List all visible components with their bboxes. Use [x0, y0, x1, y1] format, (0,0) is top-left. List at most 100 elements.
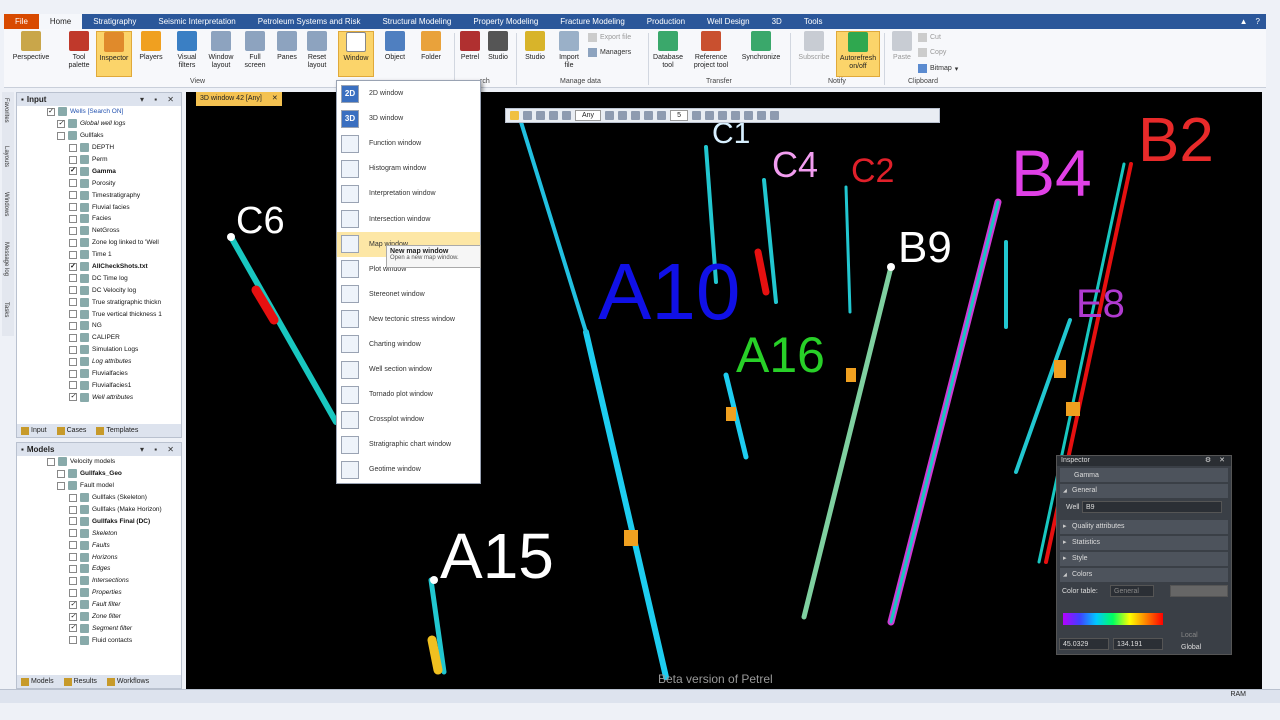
help-icon[interactable]: ?	[1256, 17, 1260, 26]
tree-item[interactable]: Faults	[17, 539, 181, 551]
checkbox[interactable]	[57, 481, 65, 490]
pick-icon[interactable]	[562, 111, 571, 120]
settings-icon[interactable]	[756, 111, 766, 120]
tree-item[interactable]: DEPTH	[17, 142, 181, 154]
tree-item[interactable]: Gullfaks (Skeleton)	[17, 492, 181, 504]
tree-item[interactable]: Fluid contacts	[17, 634, 181, 646]
checkbox[interactable]: ✓	[69, 262, 77, 271]
well-c6[interactable]	[228, 234, 339, 425]
menu-item-window[interactable]: Stereonet window	[337, 282, 480, 307]
color-table-extra[interactable]	[1170, 585, 1228, 597]
view-icon[interactable]	[657, 111, 667, 120]
synchronize-button[interactable]: Synchronize	[738, 31, 784, 77]
checkbox[interactable]	[69, 493, 77, 502]
tree-item[interactable]: ✓ Zone filter	[17, 611, 181, 623]
inspector-button[interactable]: Inspector	[96, 31, 132, 77]
tab-tools[interactable]: Tools	[793, 14, 834, 29]
checkbox[interactable]: ✓	[69, 600, 77, 609]
checkbox[interactable]	[69, 588, 77, 597]
panes-button[interactable]: Panes	[272, 31, 302, 77]
checkbox[interactable]	[69, 321, 77, 330]
home-icon[interactable]	[605, 111, 615, 120]
checkbox[interactable]	[69, 564, 77, 573]
checkbox[interactable]	[69, 357, 77, 366]
tab-seismic-interpretation[interactable]: Seismic Interpretation	[147, 14, 246, 29]
panel-controls[interactable]: ⚙ ✕	[1205, 456, 1231, 466]
checkbox[interactable]	[69, 274, 77, 283]
file-menu[interactable]: File	[4, 14, 39, 29]
tree-item[interactable]: Fault model	[17, 480, 181, 492]
tab-cases[interactable]: Cases	[57, 427, 87, 435]
color-min-field[interactable]: 45.0329	[1059, 638, 1109, 650]
checkbox[interactable]: ✓	[69, 167, 77, 176]
well-a10[interactable]	[583, 329, 669, 680]
checkbox[interactable]	[69, 517, 77, 526]
tree-item[interactable]: NG	[17, 320, 181, 332]
well-b9[interactable]	[801, 264, 894, 620]
pin-icon[interactable]	[769, 111, 779, 120]
checkbox[interactable]	[69, 203, 77, 212]
tree-item[interactable]: Fluvialfacies1	[17, 379, 181, 391]
close-icon[interactable]: ✕	[272, 92, 278, 106]
tree-item[interactable]: Facies	[17, 213, 181, 225]
checkbox[interactable]	[69, 286, 77, 295]
tree-item[interactable]: ✓ AllCheckShots.txt	[17, 261, 181, 273]
pan-icon[interactable]	[631, 111, 641, 120]
axis-icon[interactable]	[730, 111, 740, 120]
checkbox[interactable]	[69, 369, 77, 378]
menu-item-window[interactable]: 2D 2D window	[337, 81, 480, 106]
tree-item[interactable]: Velocity models	[17, 456, 181, 468]
checkbox[interactable]	[69, 214, 77, 223]
well-field[interactable]: B9	[1082, 501, 1222, 513]
pointer-icon[interactable]	[510, 111, 519, 120]
checkbox[interactable]: ✓	[69, 393, 77, 402]
light-icon[interactable]	[691, 111, 701, 120]
tree-item[interactable]: Simulation Logs	[17, 344, 181, 356]
checkbox[interactable]: ✓	[69, 624, 77, 633]
petrel-search-button[interactable]: Petrel	[456, 31, 484, 77]
tab-input[interactable]: Input	[21, 427, 47, 435]
cut-button[interactable]: Cut	[918, 33, 941, 42]
checkbox[interactable]	[69, 333, 77, 342]
studio-button[interactable]: Studio	[520, 31, 550, 77]
tab-models[interactable]: Models	[21, 678, 54, 686]
players-button[interactable]: Players	[134, 31, 168, 77]
folder-button[interactable]: Folder	[414, 31, 448, 77]
window-button[interactable]: Window	[338, 31, 374, 77]
select-icon[interactable]	[523, 111, 532, 120]
rotate-icon[interactable]	[644, 111, 654, 120]
bitmap-button[interactable]: Bitmap ▾	[918, 64, 958, 73]
checkbox[interactable]	[69, 226, 77, 235]
checkbox[interactable]	[57, 131, 65, 140]
checkbox[interactable]	[47, 457, 55, 466]
tree-item[interactable]: Edges	[17, 563, 181, 575]
menu-item-window[interactable]: Geotime window	[337, 457, 480, 482]
paste-button[interactable]: Paste	[888, 31, 916, 77]
managers-button[interactable]: Managers	[588, 48, 631, 57]
tree-item[interactable]: Fluvialfacies	[17, 368, 181, 380]
menu-item-window[interactable]: Histogram window	[337, 156, 480, 181]
viewport-tab[interactable]: 3D window 42 [Any] ✕	[196, 92, 282, 106]
full-screen-button[interactable]: Full screen	[240, 31, 270, 77]
side-tab-windows[interactable]: Windows	[3, 192, 9, 216]
menu-item-window[interactable]: Stratigraphic chart window	[337, 432, 480, 457]
menu-item-window[interactable]: Interpretation window	[337, 181, 480, 206]
tree-item[interactable]: Zone log linked to 'Well	[17, 237, 181, 249]
checkbox[interactable]	[69, 179, 77, 188]
tree-item[interactable]: ✓ Well attributes	[17, 391, 181, 403]
tree-item[interactable]: Log attributes	[17, 356, 181, 368]
checkbox[interactable]	[69, 636, 77, 645]
tree-item[interactable]: Time 1	[17, 249, 181, 261]
tab-templates[interactable]: Templates	[96, 427, 138, 435]
tab-structural-modeling[interactable]: Structural Modeling	[371, 14, 462, 29]
tab-3d[interactable]: 3D	[761, 14, 793, 29]
tab-petroleum-systems[interactable]: Petroleum Systems and Risk	[247, 14, 372, 29]
checkbox[interactable]	[69, 250, 77, 259]
checkbox[interactable]	[69, 238, 77, 247]
side-tab-layouts[interactable]: Layouts	[3, 146, 9, 167]
object-button[interactable]: Object	[378, 31, 412, 77]
side-tab-favorites[interactable]: Favorites	[3, 98, 9, 123]
checkbox[interactable]	[69, 155, 77, 164]
database-tool-button[interactable]: Database tool	[650, 31, 686, 77]
tree-item[interactable]: Skeleton	[17, 527, 181, 539]
